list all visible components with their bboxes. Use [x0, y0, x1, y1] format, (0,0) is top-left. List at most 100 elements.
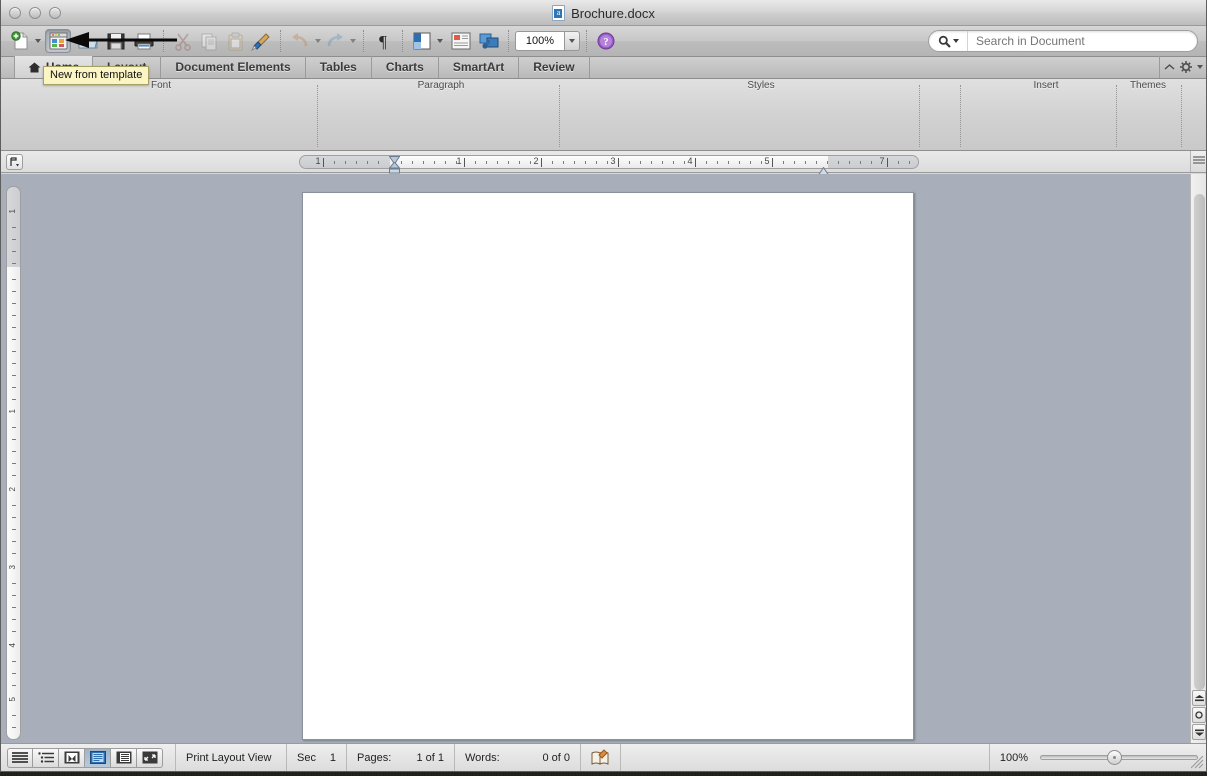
- hanging-indent-marker[interactable]: [389, 162, 400, 173]
- full-screen-view-button[interactable]: [137, 748, 163, 768]
- paste-button[interactable]: [222, 29, 248, 53]
- home-icon: [28, 62, 41, 73]
- tab-smartart-label: SmartArt: [453, 60, 504, 74]
- ribbon-tab-bar: Home Layout Document Elements Tables Cha…: [1, 57, 1206, 79]
- ribbon-group-insert-title: Insert: [991, 80, 1101, 91]
- zoom-slider-knob[interactable]: [1107, 750, 1122, 765]
- word-document-icon: [552, 5, 565, 21]
- search-input[interactable]: [968, 34, 1186, 48]
- zoom-dropdown[interactable]: [565, 31, 580, 51]
- status-bar: Print Layout View Sec 1 Pages: 1 of 1 Wo…: [1, 743, 1206, 771]
- document-page[interactable]: [302, 192, 914, 740]
- pages-cell: Pages: 1 of 1: [347, 744, 455, 772]
- redo-button[interactable]: [322, 29, 348, 53]
- vertical-scrollbar-thumb[interactable]: [1194, 194, 1205, 690]
- vruler-num-3: 3: [8, 565, 17, 569]
- ribbon-tab-tools: [1160, 56, 1206, 78]
- print-layout-view-button[interactable]: [85, 748, 111, 768]
- vruler-num-2: 2: [8, 487, 17, 491]
- hruler-num-3: 3: [610, 156, 615, 166]
- help-button[interactable]: ?: [593, 29, 619, 53]
- tab-tables[interactable]: Tables: [306, 56, 372, 78]
- undo-button[interactable]: [287, 29, 313, 53]
- new-document-dropdown[interactable]: [33, 30, 42, 52]
- chevron-up-icon: [1164, 63, 1175, 71]
- resize-grip-icon[interactable]: [1191, 756, 1204, 769]
- publishing-layout-view-button[interactable]: [59, 748, 85, 768]
- tab-smartart[interactable]: SmartArt: [439, 56, 519, 78]
- right-margin-area: [828, 156, 918, 168]
- search-magnifier-icon[interactable]: [930, 31, 968, 51]
- tab-charts-label: Charts: [386, 60, 424, 74]
- hruler-num-5: 5: [764, 156, 769, 166]
- redo-dropdown[interactable]: [348, 30, 357, 52]
- ribbon-divider-2: [559, 85, 560, 147]
- words-value: 0 of 0: [542, 752, 570, 764]
- gear-icon: [1180, 61, 1192, 73]
- tab-bar-spacer: [590, 56, 1160, 78]
- track-changes-book-icon: [591, 749, 610, 766]
- hruler-num-1: 1: [456, 156, 461, 166]
- tab-review[interactable]: Review: [519, 56, 589, 78]
- tab-charts[interactable]: Charts: [372, 56, 439, 78]
- pages-value: 1 of 1: [416, 752, 444, 764]
- word-application-window: Brochure.docx: [0, 0, 1207, 772]
- next-page-button[interactable]: [1192, 724, 1206, 740]
- tab-document-elements-label: Document Elements: [175, 60, 290, 74]
- draft-view-button[interactable]: [7, 748, 33, 768]
- view-name-cell: Print Layout View: [175, 744, 287, 772]
- horizontal-ruler-row: 1 1 2 3: [1, 151, 1206, 173]
- tab-document-elements[interactable]: Document Elements: [161, 56, 305, 78]
- browse-object-buttons: [1192, 690, 1206, 741]
- toolbar-separator-5: [508, 30, 509, 52]
- vruler-num-5: 5: [8, 697, 17, 701]
- zoom-percent: 100%: [990, 744, 1032, 772]
- right-indent-marker[interactable]: [818, 163, 829, 172]
- hruler-num-4: 4: [687, 156, 692, 166]
- first-line-indent-marker[interactable]: [389, 152, 400, 160]
- ribbon-divider-3: [919, 85, 920, 147]
- search-in-document-field[interactable]: [928, 30, 1198, 52]
- notebook-layout-button[interactable]: [448, 29, 474, 53]
- copy-button[interactable]: [196, 29, 222, 53]
- ribbon-divider-4: [960, 85, 961, 147]
- ribbon-divider-1: [317, 85, 318, 147]
- sidebar-panel-button[interactable]: [409, 29, 435, 53]
- sidebar-dropdown[interactable]: [435, 30, 444, 52]
- outline-view-button[interactable]: [33, 748, 59, 768]
- track-changes-cell[interactable]: [581, 744, 621, 772]
- new-document-button[interactable]: [7, 29, 33, 53]
- pages-label: Pages:: [357, 752, 391, 764]
- toolbar-separator-2: [280, 30, 281, 52]
- ribbon-group-styles-title: Styles: [691, 80, 831, 91]
- screenshot-root: Brochure.docx: [0, 0, 1207, 776]
- window-title: Brochure.docx: [571, 6, 655, 21]
- tab-stop-selector-icon[interactable]: [6, 154, 23, 170]
- ribbon: Font Paragraph Styles Insert Themes Camb…: [1, 79, 1206, 151]
- select-browse-object-button[interactable]: [1192, 707, 1206, 723]
- undo-dropdown[interactable]: [313, 30, 322, 52]
- zoom-value[interactable]: 100%: [515, 31, 565, 51]
- toolbar-separator-6: [586, 30, 587, 52]
- zoom-slider[interactable]: [1040, 755, 1198, 760]
- format-painter-button[interactable]: [248, 29, 274, 53]
- notebook-layout-view-button[interactable]: [111, 748, 137, 768]
- hruler-num-2: 2: [533, 156, 538, 166]
- previous-page-button[interactable]: [1192, 690, 1206, 706]
- toolbar-separator-4: [402, 30, 403, 52]
- vertical-ruler[interactable]: 1 1 2 3 4: [6, 186, 21, 740]
- window-title-group: Brochure.docx: [1, 0, 1206, 26]
- tooltip: New from template: [43, 66, 149, 85]
- svg-text:?: ?: [604, 37, 609, 48]
- ribbon-group-themes-title: Themes: [1098, 80, 1198, 91]
- section-cell: Sec 1: [287, 744, 347, 772]
- tab-review-label: Review: [533, 60, 574, 74]
- media-browser-button[interactable]: [476, 29, 502, 53]
- zoom-control[interactable]: 100%: [515, 28, 580, 54]
- ruler-corner: [1190, 151, 1206, 172]
- show-paragraph-marks-button[interactable]: ¶: [370, 29, 396, 53]
- vertical-scrollbar[interactable]: [1190, 174, 1206, 743]
- toolbar-separator-3: [363, 30, 364, 52]
- vruler-num-0: 1: [8, 209, 17, 213]
- view-buttons-group: [7, 748, 163, 768]
